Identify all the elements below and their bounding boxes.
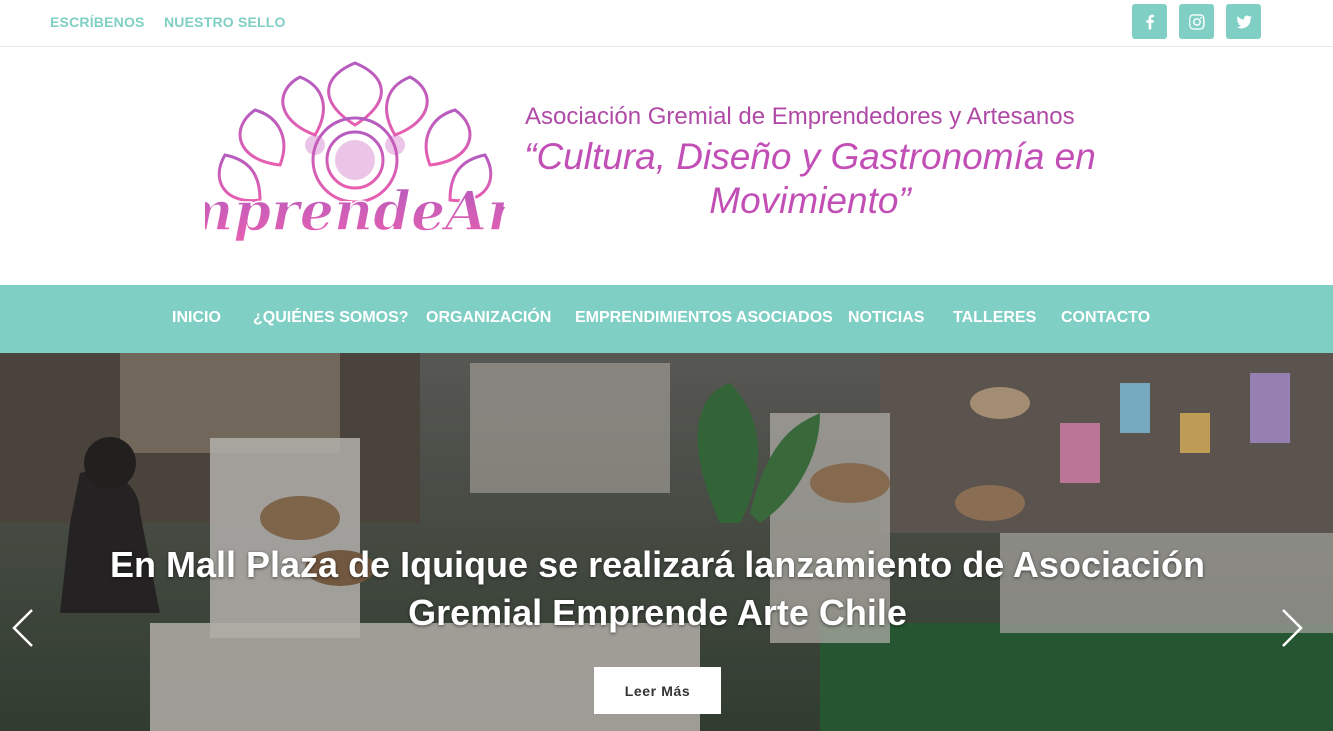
tagline-association: Asociación Gremial de Emprendedores y Ar… [525, 103, 1075, 130]
facebook-button[interactable] [1132, 4, 1167, 39]
main-nav: INICIO ¿QUIÉNES SOMOS? ORGANIZACIÓN EMPR… [0, 285, 1333, 353]
slide-title[interactable]: En Mall Plaza de Iquique se realizará la… [100, 541, 1215, 637]
tagline-motto: “Cultura, Diseño y Gastronomía en Movimi… [524, 136, 1096, 221]
nuestro-sello-link[interactable]: NUESTRO SELLO [164, 14, 286, 30]
site-header: EmprendeArte Asociación Gremial de Empre… [0, 47, 1333, 285]
nav-item-inicio[interactable]: INICIO [172, 309, 221, 327]
emprendearte-logo[interactable]: EmprendeArte [205, 55, 505, 259]
chevron-left-icon [12, 609, 33, 647]
twitter-button[interactable] [1226, 4, 1261, 39]
leer-mas-button[interactable]: Leer Más [594, 667, 721, 714]
nav-item-talleres[interactable]: TALLERES [953, 309, 1036, 327]
nav-item-contacto[interactable]: CONTACTO [1061, 309, 1150, 327]
nav-item-quienes-somos[interactable]: ¿QUIÉNES SOMOS? [253, 309, 409, 327]
twitter-icon [1236, 15, 1252, 28]
instagram-button[interactable] [1179, 4, 1214, 39]
escribenos-link[interactable]: ESCRÍBENOS [50, 14, 145, 30]
nav-item-emprendimientos[interactable]: EMPRENDIMIENTOS ASOCIADOS [575, 309, 833, 327]
nav-item-organizacion[interactable]: ORGANIZACIÓN [426, 309, 551, 327]
instagram-icon [1188, 13, 1205, 30]
chevron-right-icon [1282, 609, 1303, 647]
top-bar: ESCRÍBENOS NUESTRO SELLO [0, 0, 1333, 47]
slider-next-button[interactable] [1279, 608, 1305, 648]
nav-item-noticias[interactable]: NOTICIAS [848, 309, 924, 327]
facebook-icon [1145, 14, 1154, 29]
logo-text: EmprendeArte [205, 179, 505, 243]
hero-slider: En Mall Plaza de Iquique se realizará la… [0, 353, 1333, 731]
slider-prev-button[interactable] [10, 608, 36, 648]
